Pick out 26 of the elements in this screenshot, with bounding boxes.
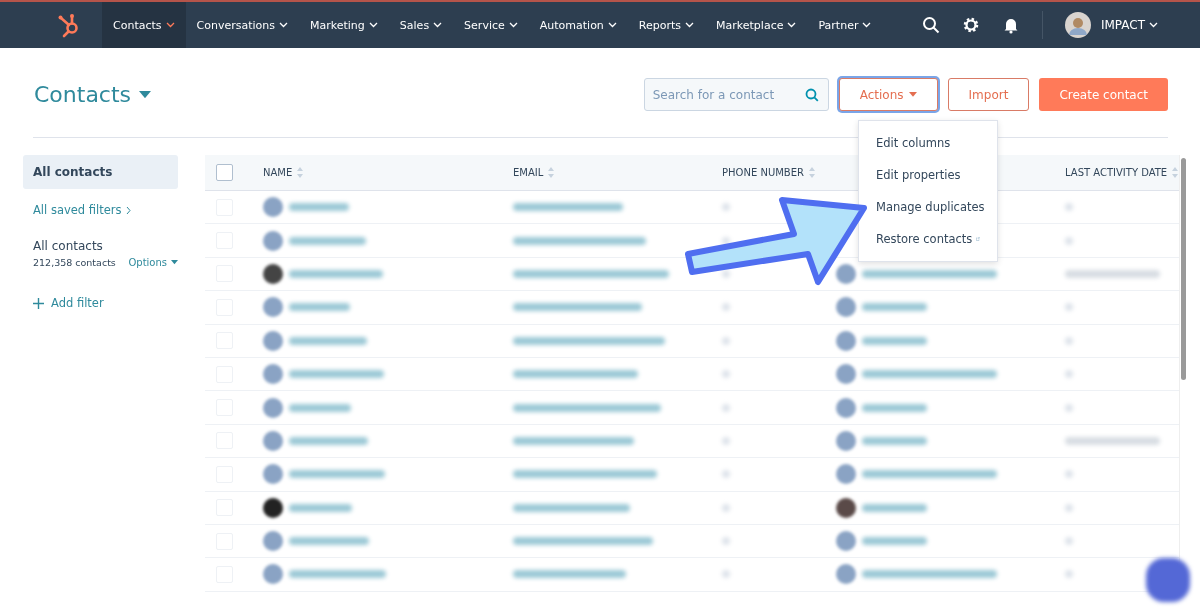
column-header[interactable]: LAST ACTIVITY DATE (1065, 167, 1179, 178)
nav-tab[interactable]: Automation (528, 2, 628, 48)
menu-item[interactable]: Manage duplicates (859, 191, 997, 223)
nav-tab[interactable]: Sales (388, 2, 454, 48)
menu-item[interactable]: Edit properties (859, 159, 997, 191)
view-name: All contacts (33, 239, 104, 253)
options-link[interactable]: Options (128, 257, 178, 268)
nav-tab[interactable]: Marketing (299, 2, 389, 48)
page-title[interactable]: Contacts (34, 82, 152, 107)
saved-filters-link[interactable]: All saved filters (33, 203, 131, 217)
column-header[interactable]: NAME (263, 167, 304, 178)
search-field[interactable]: Search for a contact (643, 78, 829, 111)
add-filter-link[interactable]: Add filter (33, 296, 178, 310)
menu-item[interactable]: Restore contacts (859, 223, 997, 255)
contact-count: 212,358 contacts (33, 257, 116, 268)
nav-tab[interactable]: Contacts (102, 2, 186, 48)
nav-tab[interactable]: Conversations (185, 2, 299, 48)
nav-tab[interactable]: Reports (627, 2, 706, 48)
menu-item[interactable]: Edit columns (859, 127, 997, 159)
nav-tab[interactable]: Service (453, 2, 529, 48)
column-header[interactable]: PHONE NUMBER (722, 167, 815, 178)
nav-tab[interactable]: Partner (807, 2, 883, 48)
account-menu[interactable]: IMPACT (1100, 18, 1158, 32)
nav-tab[interactable]: Marketplace (705, 2, 808, 48)
sidebar-item[interactable]: All contacts (23, 155, 178, 189)
column-header[interactable]: EMAIL (513, 167, 555, 178)
